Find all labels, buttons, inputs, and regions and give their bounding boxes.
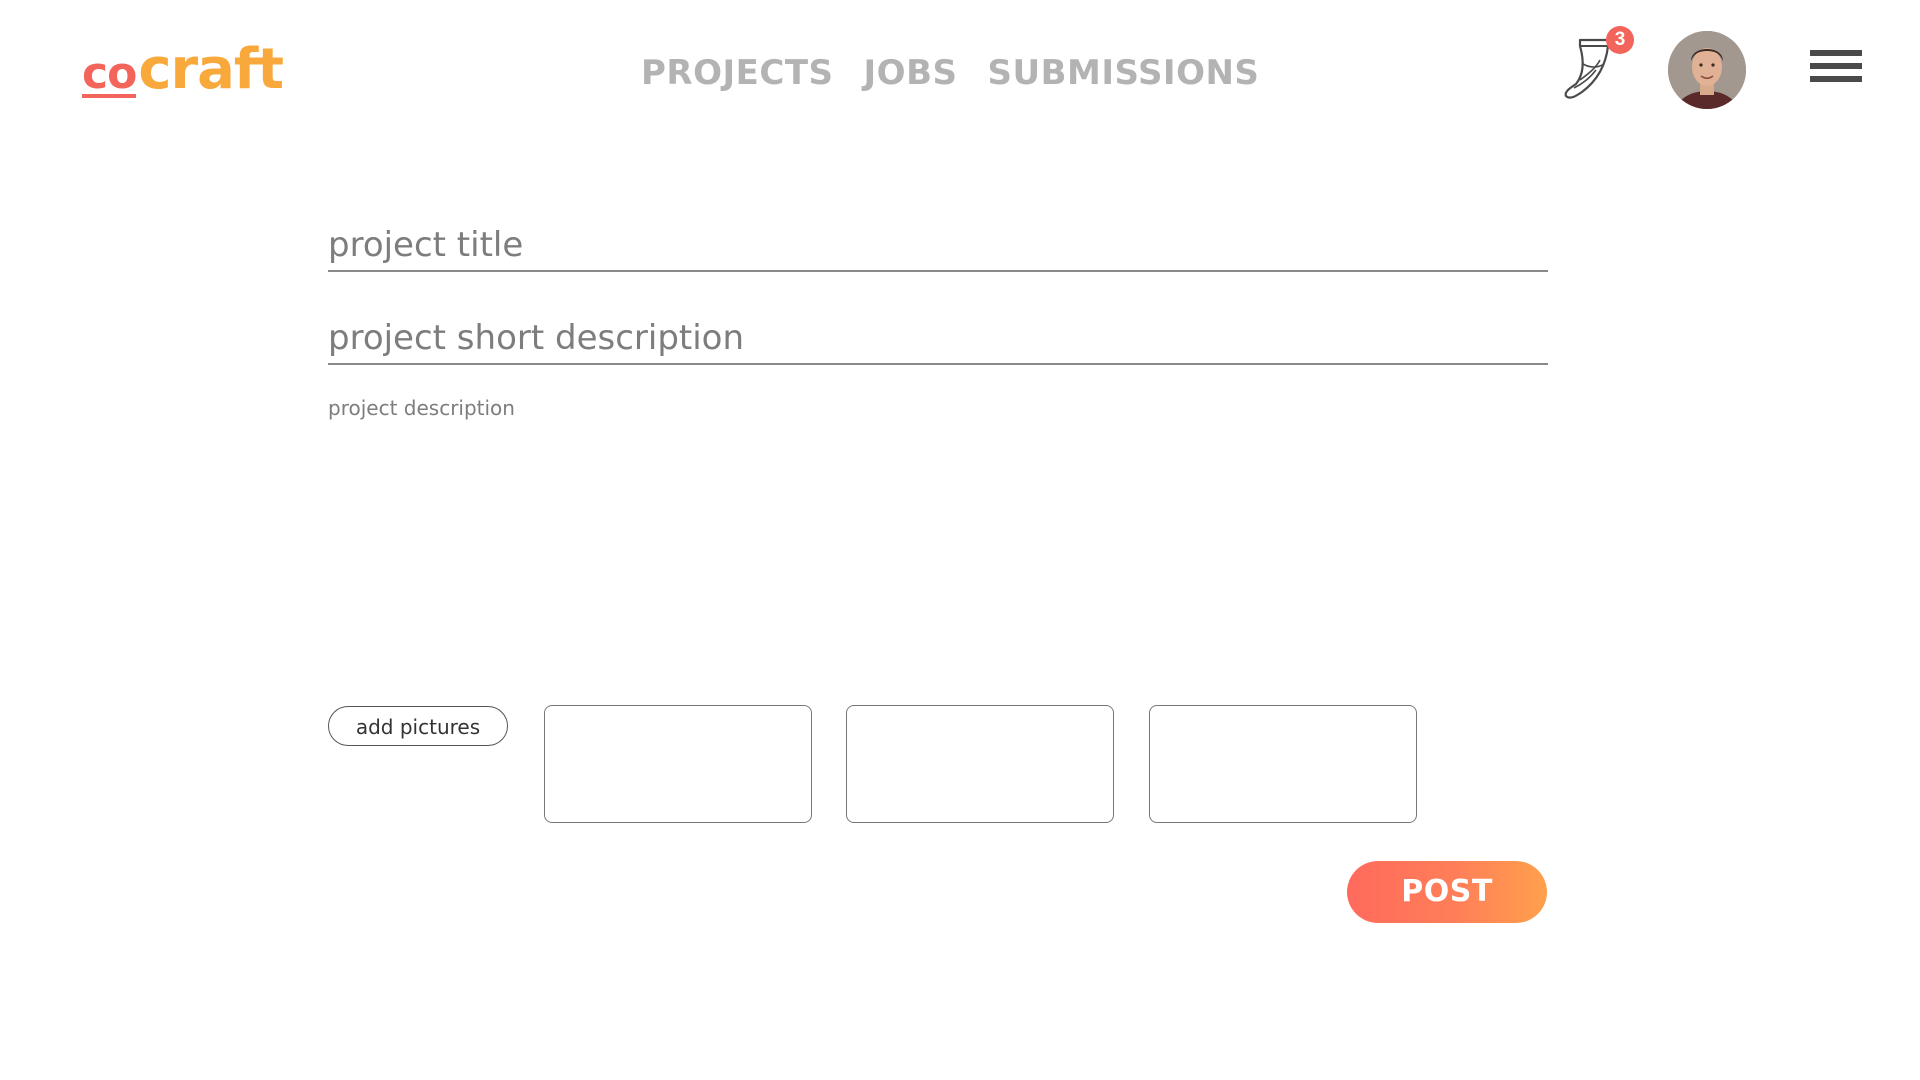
project-short-description-input[interactable] <box>328 313 1548 363</box>
picture-slot[interactable] <box>544 705 812 823</box>
avatar[interactable] <box>1668 31 1746 109</box>
picture-slot[interactable] <box>846 705 1114 823</box>
hamburger-menu-icon-bar <box>1810 76 1862 82</box>
project-title-input[interactable] <box>328 220 1548 270</box>
hamburger-menu-icon-bar <box>1810 63 1862 69</box>
add-pictures-button[interactable]: add pictures <box>328 706 508 746</box>
logo-craft: craft <box>138 37 284 102</box>
project-description-textarea[interactable] <box>328 396 1548 676</box>
user-avatar-image <box>1668 31 1746 109</box>
nav-submissions[interactable]: SUBMISSIONS <box>987 50 1259 96</box>
page: cocraft PROJECTS JOBS SUBMISSIONS 3 proj… <box>0 0 1920 1080</box>
nav-projects[interactable]: PROJECTS <box>641 50 834 96</box>
logo[interactable]: cocraft <box>82 37 284 102</box>
notification-badge: 3 <box>1606 26 1634 54</box>
hamburger-menu-button[interactable] <box>1810 50 1864 90</box>
post-button[interactable]: POST <box>1347 861 1547 923</box>
notifications-button[interactable]: 3 <box>1562 24 1634 106</box>
nav-jobs[interactable]: JOBS <box>864 50 958 96</box>
project-title-field <box>328 220 1548 272</box>
main-nav: PROJECTS JOBS SUBMISSIONS <box>641 50 1259 96</box>
logo-co: co <box>82 48 137 99</box>
picture-slot[interactable] <box>1149 705 1417 823</box>
hamburger-menu-icon-bar <box>1810 50 1862 56</box>
project-short-description-field <box>328 313 1548 365</box>
